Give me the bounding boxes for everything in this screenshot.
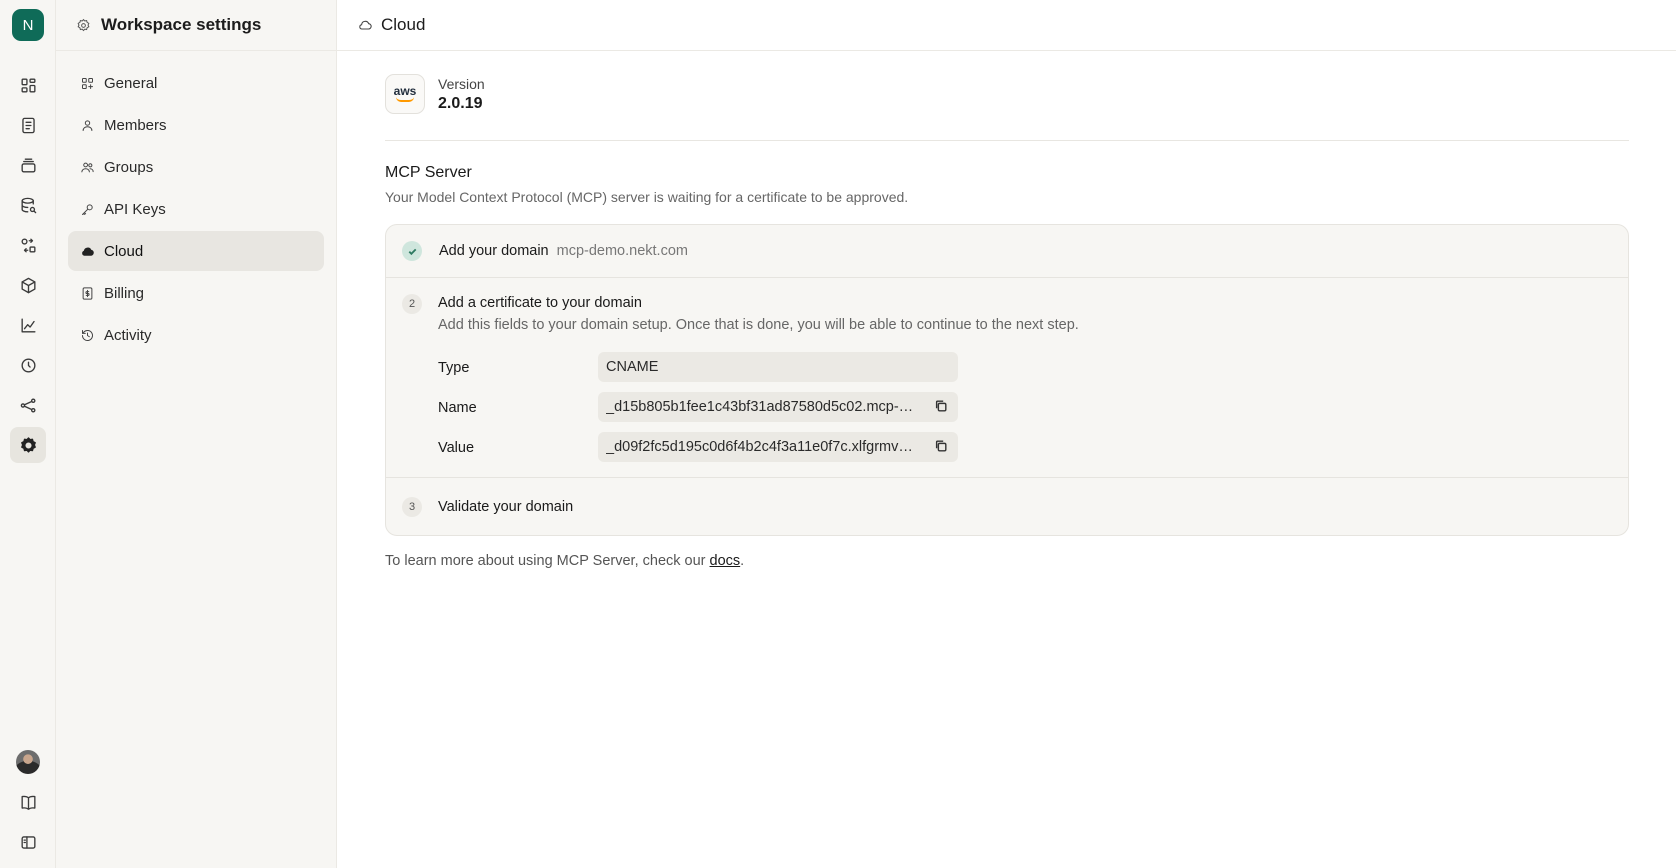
step-label: Add your domain — [439, 243, 549, 259]
sidebar-toggle-icon[interactable] — [10, 824, 46, 860]
field-value: _d15b805b1fee1c43bf31ad87580d5c02.mcp-de… — [606, 399, 916, 415]
receipt-icon — [82, 286, 93, 300]
field-value: _d09f2fc5d195c0d6f4b2c4f3a11e0f7c.xlfgrm… — [606, 439, 916, 455]
sidebar-item-label: Billing — [104, 284, 145, 302]
step-add-domain[interactable]: Add your domain mcp-demo.nekt.com — [386, 225, 1628, 278]
field-label-value: Value — [438, 440, 475, 456]
sidebar-item-api-keys[interactable]: API Keys — [68, 189, 324, 229]
step-add-certificate: 2 Add a certificate to your domain Add t… — [386, 278, 1628, 478]
field-value: CNAME — [606, 359, 659, 375]
docs-prefix: To learn more about using MCP Server, ch… — [385, 553, 710, 569]
docs-suffix: . — [740, 553, 745, 569]
docs-note: To learn more about using MCP Server, ch… — [385, 553, 744, 569]
sidebar-item-label: Groups — [104, 158, 154, 176]
step-description: Add this fields to your domain setup. On… — [438, 317, 1079, 333]
sidebar-item-label: General — [104, 74, 158, 92]
key-icon — [82, 203, 93, 215]
sidebar-header: Workspace settings — [56, 0, 337, 51]
main-panel: Cloud aws Version 2.0.19 MCP Server Your… — [337, 0, 1676, 868]
aws-logo: aws — [385, 74, 425, 114]
copy-icon[interactable] — [934, 399, 950, 415]
users-icon — [81, 162, 94, 172]
aws-smile-icon — [396, 97, 414, 102]
sidebar-item-cloud[interactable]: Cloud — [68, 231, 324, 271]
step-number: 3 — [402, 497, 422, 517]
book-icon[interactable] — [10, 784, 46, 820]
clock-icon[interactable] — [10, 347, 46, 383]
sidebar-item-label: Activity — [104, 326, 152, 344]
divider — [385, 140, 1629, 141]
transform-icon[interactable] — [10, 227, 46, 263]
version-row: aws Version 2.0.19 — [385, 74, 485, 114]
aws-logo-text: aws — [393, 84, 417, 98]
document-icon[interactable] — [10, 107, 46, 143]
settings-sidebar: Workspace settings General Members Group… — [56, 0, 337, 868]
copy-icon[interactable] — [934, 439, 950, 455]
dashboard-icon[interactable] — [10, 67, 46, 103]
field-type-value: CNAME — [598, 352, 958, 382]
sidebar-item-label: API Keys — [104, 200, 166, 218]
version-label: Version — [438, 75, 485, 92]
field-name-value: _d15b805b1fee1c43bf31ad87580d5c02.mcp-de… — [598, 392, 958, 422]
sidebar-item-label: Members — [104, 116, 167, 134]
sidebar-item-members[interactable]: Members — [68, 105, 324, 145]
docs-link[interactable]: docs — [710, 553, 741, 569]
field-value-value: _d09f2fc5d195c0d6f4b2c4f3a11e0f7c.xlfgrm… — [598, 432, 958, 462]
sidebar-item-activity[interactable]: Activity — [68, 315, 324, 355]
sidebar-item-general[interactable]: General — [68, 63, 324, 103]
share-nodes-icon[interactable] — [10, 387, 46, 423]
user-icon — [82, 119, 93, 131]
package-icon[interactable] — [10, 267, 46, 303]
grid-icon — [82, 77, 93, 89]
setup-steps: Add your domain mcp-demo.nekt.com 2 Add … — [385, 224, 1629, 536]
gear-icon[interactable] — [10, 427, 46, 463]
main-header: Cloud — [337, 0, 1676, 51]
database-search-icon[interactable] — [10, 187, 46, 223]
sidebar-title: Workspace settings — [101, 15, 262, 34]
sidebar-item-label: Cloud — [104, 242, 144, 260]
avatar[interactable] — [16, 750, 40, 774]
version-value: 2.0.19 — [438, 94, 483, 112]
icon-rail: N — [0, 0, 56, 868]
sidebar-item-groups[interactable]: Groups — [68, 147, 324, 187]
step-domain-value: mcp-demo.nekt.com — [556, 243, 688, 259]
step-label: Validate your domain — [438, 499, 574, 515]
check-icon — [402, 241, 422, 261]
stack-icon[interactable] — [10, 147, 46, 183]
step-title: Add a certificate to your domain — [438, 295, 642, 311]
page-title: Cloud — [381, 15, 426, 34]
settings-gear-icon — [77, 18, 90, 31]
field-label-type: Type — [438, 360, 470, 376]
history-icon — [82, 329, 93, 341]
section-title: MCP Server — [385, 164, 472, 181]
section-description: Your Model Context Protocol (MCP) server… — [385, 189, 909, 205]
cloud-icon — [82, 247, 94, 256]
sidebar-item-billing[interactable]: Billing — [68, 273, 324, 313]
workspace-logo[interactable]: N — [12, 9, 44, 41]
chart-icon[interactable] — [10, 307, 46, 343]
cloud-outline-icon — [359, 20, 372, 30]
step-number: 2 — [402, 294, 422, 314]
step-validate-domain[interactable]: 3 Validate your domain — [386, 478, 1628, 535]
field-label-name: Name — [438, 400, 477, 416]
